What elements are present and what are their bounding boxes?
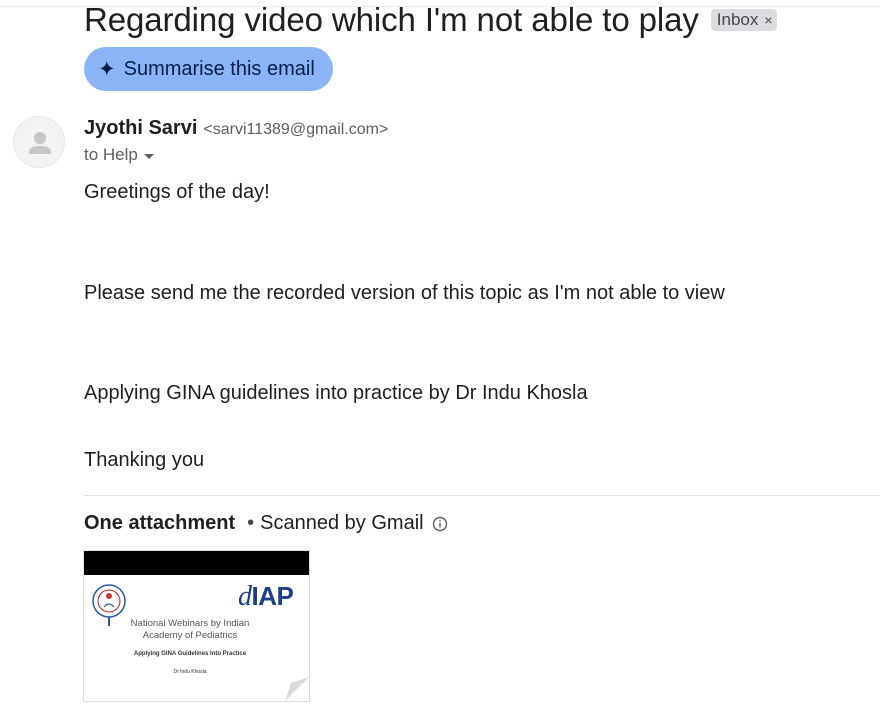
thumbnail-line-1: National Webinars by Indian bbox=[130, 618, 250, 629]
body-topic: Applying GINA guidelines into practice b… bbox=[84, 382, 588, 404]
attachments-header: One attachment • Scanned by Gmail bbox=[84, 512, 448, 535]
scanned-by-gmail: Scanned by Gmail bbox=[260, 512, 424, 534]
attachments-separator: • bbox=[247, 512, 255, 534]
default-person-icon bbox=[29, 132, 51, 154]
summarise-label: Summarise this email bbox=[123, 57, 315, 80]
chevron-down-icon bbox=[143, 153, 154, 159]
body-greeting: Greetings of the day! bbox=[84, 181, 270, 203]
subject-row: Regarding video which I'm not able to pl… bbox=[84, 0, 777, 40]
thumbnail-line-2: Academy of Pediatrics bbox=[142, 630, 238, 641]
sender-avatar[interactable] bbox=[13, 116, 65, 168]
attachments-divider bbox=[84, 495, 880, 496]
sender-line: Jyothi Sarvi <sarvi11389@gmail.com> bbox=[84, 117, 388, 140]
inbox-label-chip[interactable]: Inbox × bbox=[710, 9, 777, 31]
iap-logo: dIAP bbox=[238, 581, 294, 612]
sender-name[interactable]: Jyothi Sarvi bbox=[84, 117, 197, 140]
recipient-details-toggle[interactable]: to Help bbox=[84, 145, 154, 165]
attachments-title: One attachment bbox=[84, 512, 236, 534]
email-subject: Regarding video which I'm not able to pl… bbox=[84, 1, 699, 38]
body-request: Please send me the recorded version of t… bbox=[84, 282, 725, 304]
thumbnail-line-3: Applying GINA Guidelines Into Practice bbox=[133, 651, 247, 657]
sender-email: <sarvi11389@gmail.com> bbox=[203, 121, 389, 138]
attachment-thumbnail[interactable]: dIAP National Webinars by Indian Academy… bbox=[84, 551, 309, 701]
page-fold-icon bbox=[285, 677, 309, 701]
thumbnail-line-4: Dr Indu Khosla bbox=[173, 669, 207, 675]
label-chip-text: Inbox bbox=[716, 10, 759, 29]
info-icon[interactable] bbox=[432, 516, 448, 532]
sparkle-icon: ✦ bbox=[98, 57, 116, 81]
thumbnail-black-bar bbox=[84, 551, 309, 575]
body-closing: Thanking you bbox=[84, 449, 205, 471]
remove-label-icon[interactable]: × bbox=[764, 12, 772, 28]
summarise-email-button[interactable]: ✦ Summarise this email bbox=[84, 47, 333, 91]
recipient-text: to Help bbox=[84, 145, 138, 164]
